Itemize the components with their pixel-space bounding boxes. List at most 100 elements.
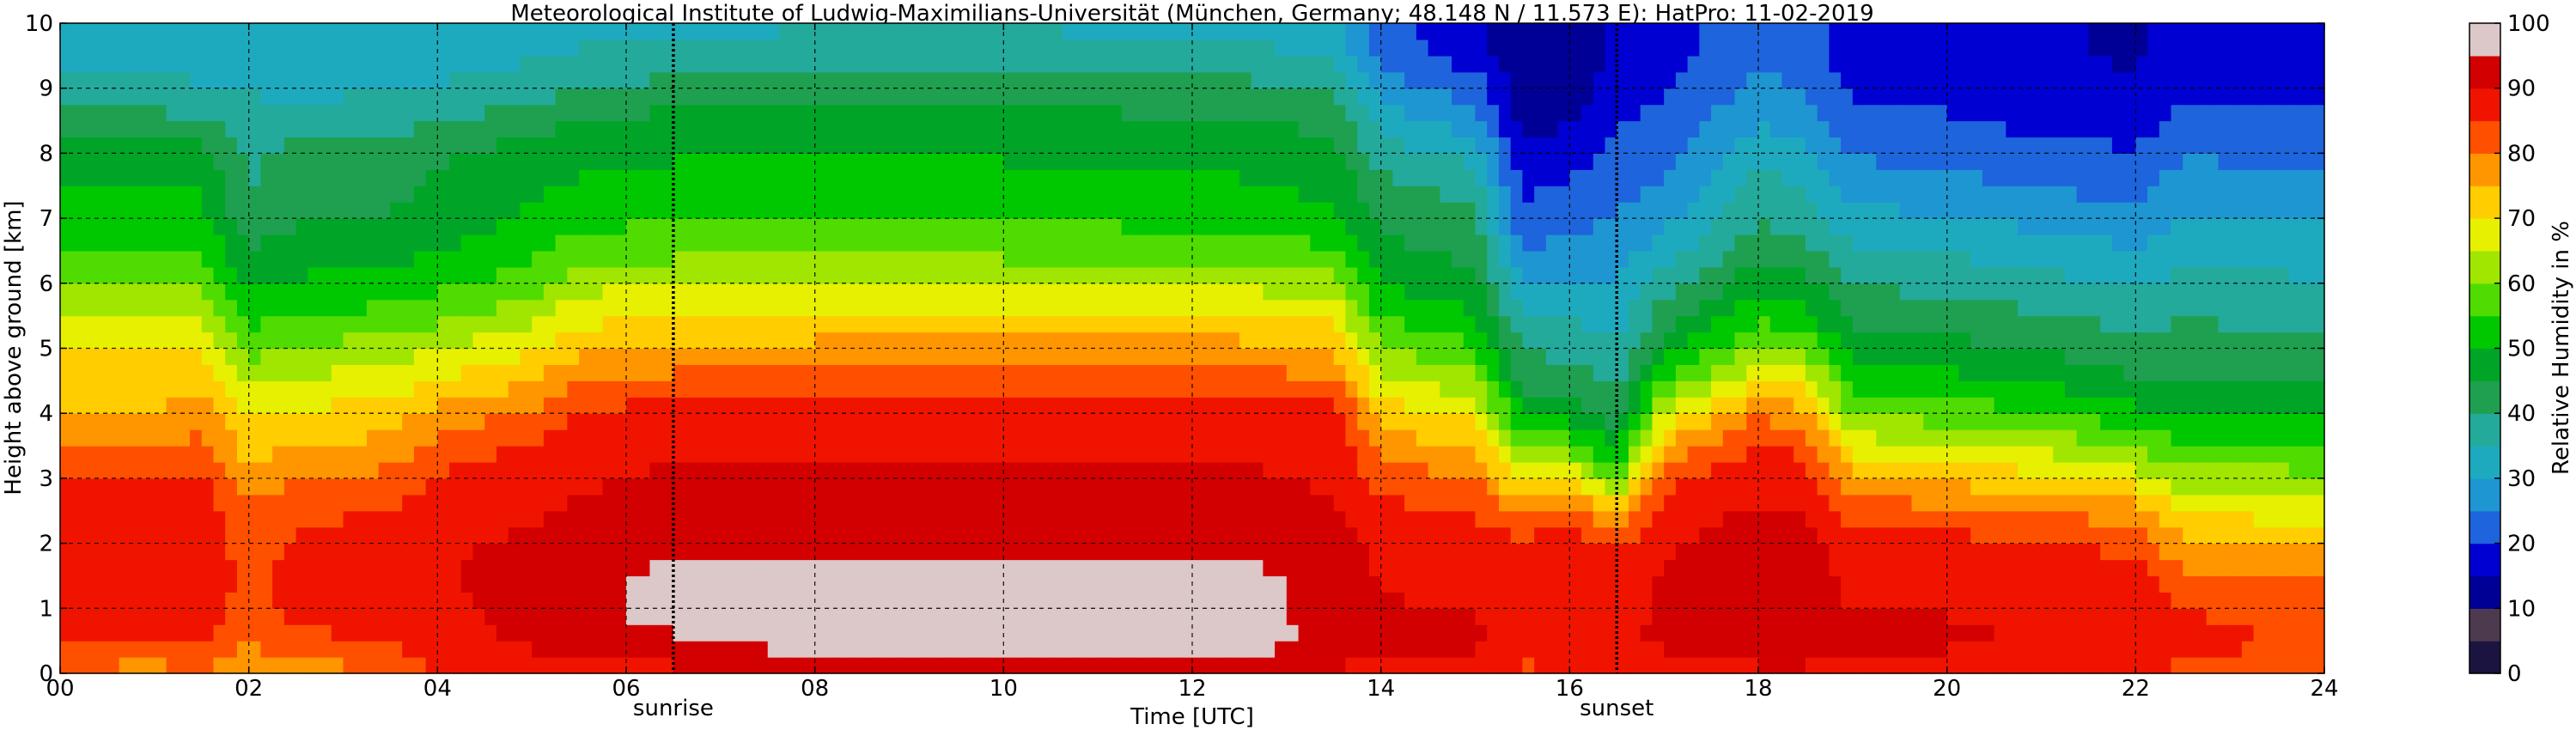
heatmap-cell	[107, 39, 120, 57]
heatmap-cell	[1392, 413, 1405, 430]
heatmap-cell	[154, 494, 167, 512]
heatmap-cell	[295, 397, 308, 414]
heatmap-cell	[178, 88, 191, 106]
heatmap-cell	[697, 88, 709, 106]
heatmap-cell	[201, 657, 215, 674]
heatmap-cell	[331, 559, 344, 577]
heatmap-cell	[1275, 283, 1288, 301]
heatmap-cell	[637, 39, 651, 57]
heatmap-cell	[1498, 186, 1512, 203]
heatmap-cell	[956, 39, 969, 57]
heatmap-cell	[1428, 169, 1440, 186]
heatmap-cell	[390, 526, 403, 544]
heatmap-cell	[437, 641, 450, 658]
heatmap-cell	[1298, 218, 1311, 235]
heatmap-cell	[201, 169, 215, 186]
heatmap-cell	[886, 218, 898, 235]
heatmap-cell	[1310, 380, 1323, 398]
heatmap-cell	[756, 641, 769, 658]
heatmap-cell	[543, 71, 557, 89]
heatmap-cell	[874, 299, 886, 317]
heatmap-cell	[1050, 559, 1063, 577]
heatmap-cell	[95, 137, 108, 155]
heatmap-cell	[520, 543, 533, 561]
heatmap-cell	[744, 283, 757, 301]
heatmap-cell	[850, 429, 863, 447]
heatmap-cell	[944, 23, 958, 40]
heatmap-cell	[95, 592, 108, 609]
heatmap-cell	[1015, 624, 1028, 642]
heatmap-cell	[1109, 71, 1123, 89]
heatmap-cell	[413, 397, 427, 414]
heatmap-cell	[331, 624, 344, 642]
heatmap-cell	[201, 510, 215, 528]
heatmap-cell	[1098, 559, 1111, 577]
heatmap-cell	[1227, 71, 1240, 89]
heatmap-cell	[496, 429, 509, 447]
heatmap-cell	[343, 657, 356, 674]
heatmap-cell	[673, 71, 686, 89]
heatmap-cell	[1368, 71, 1382, 89]
heatmap-cell	[166, 55, 179, 73]
heatmap-cell	[850, 510, 863, 528]
heatmap-cell	[649, 120, 662, 138]
heatmap-cell	[1038, 55, 1051, 73]
heatmap-cell	[826, 608, 839, 625]
heatmap-cell	[272, 657, 285, 674]
heatmap-cell	[1168, 413, 1181, 430]
heatmap-cell	[956, 71, 969, 89]
heatmap-cell	[71, 266, 85, 284]
heatmap-cell	[131, 299, 143, 317]
heatmap-cell	[1003, 397, 1016, 414]
heatmap-cell	[425, 641, 438, 658]
heatmap-cell	[1239, 494, 1252, 512]
heatmap-cell	[225, 315, 238, 333]
heatmap-cell	[979, 478, 993, 496]
heatmap-cell	[968, 478, 981, 496]
heatmap-cell	[402, 137, 415, 155]
heatmap-cell	[343, 348, 356, 366]
heatmap-cell	[732, 137, 745, 155]
heatmap-cell	[166, 218, 179, 235]
heatmap-cell	[532, 71, 545, 89]
heatmap-cell	[874, 283, 886, 301]
heatmap-cell	[331, 283, 344, 301]
heatmap-cell	[366, 186, 380, 203]
heatmap-cell	[472, 348, 485, 366]
heatmap-cell	[1322, 153, 1335, 170]
heatmap-cell	[543, 315, 557, 333]
heatmap-cell	[1368, 348, 1382, 366]
heatmap-cell	[1168, 332, 1181, 350]
heatmap-cell	[685, 104, 697, 122]
heatmap-cell	[791, 299, 804, 317]
heatmap-cell	[71, 234, 85, 252]
heatmap-cell	[590, 186, 604, 203]
heatmap-cell	[272, 446, 285, 463]
heatmap-cell	[1522, 510, 1535, 528]
heatmap-cell	[1156, 315, 1170, 333]
heatmap-cell	[826, 397, 839, 414]
heatmap-cell	[331, 592, 344, 609]
heatmap-cell	[744, 71, 757, 89]
heatmap-cell	[921, 23, 934, 40]
heatmap-cell	[862, 478, 874, 496]
heatmap-cell	[944, 234, 958, 252]
heatmap-cell	[886, 429, 898, 447]
heatmap-cell	[1333, 641, 1347, 658]
heatmap-cell	[449, 153, 462, 170]
heatmap-cell	[1286, 234, 1300, 252]
heatmap-cell	[83, 413, 96, 430]
heatmap-cell	[1098, 461, 1111, 479]
heatmap-cell	[1322, 348, 1335, 366]
heatmap-cell	[944, 250, 958, 268]
heatmap-cell	[143, 348, 155, 366]
heatmap-cell	[1109, 283, 1123, 301]
heatmap-cell	[956, 88, 969, 106]
heatmap-cell	[1404, 641, 1417, 658]
heatmap-cell	[1428, 137, 1440, 155]
heatmap-cell	[260, 234, 273, 252]
heatmap-cell	[190, 315, 203, 333]
heatmap-cell	[897, 641, 910, 658]
heatmap-cell	[1286, 283, 1300, 301]
heatmap-cell	[449, 120, 462, 138]
